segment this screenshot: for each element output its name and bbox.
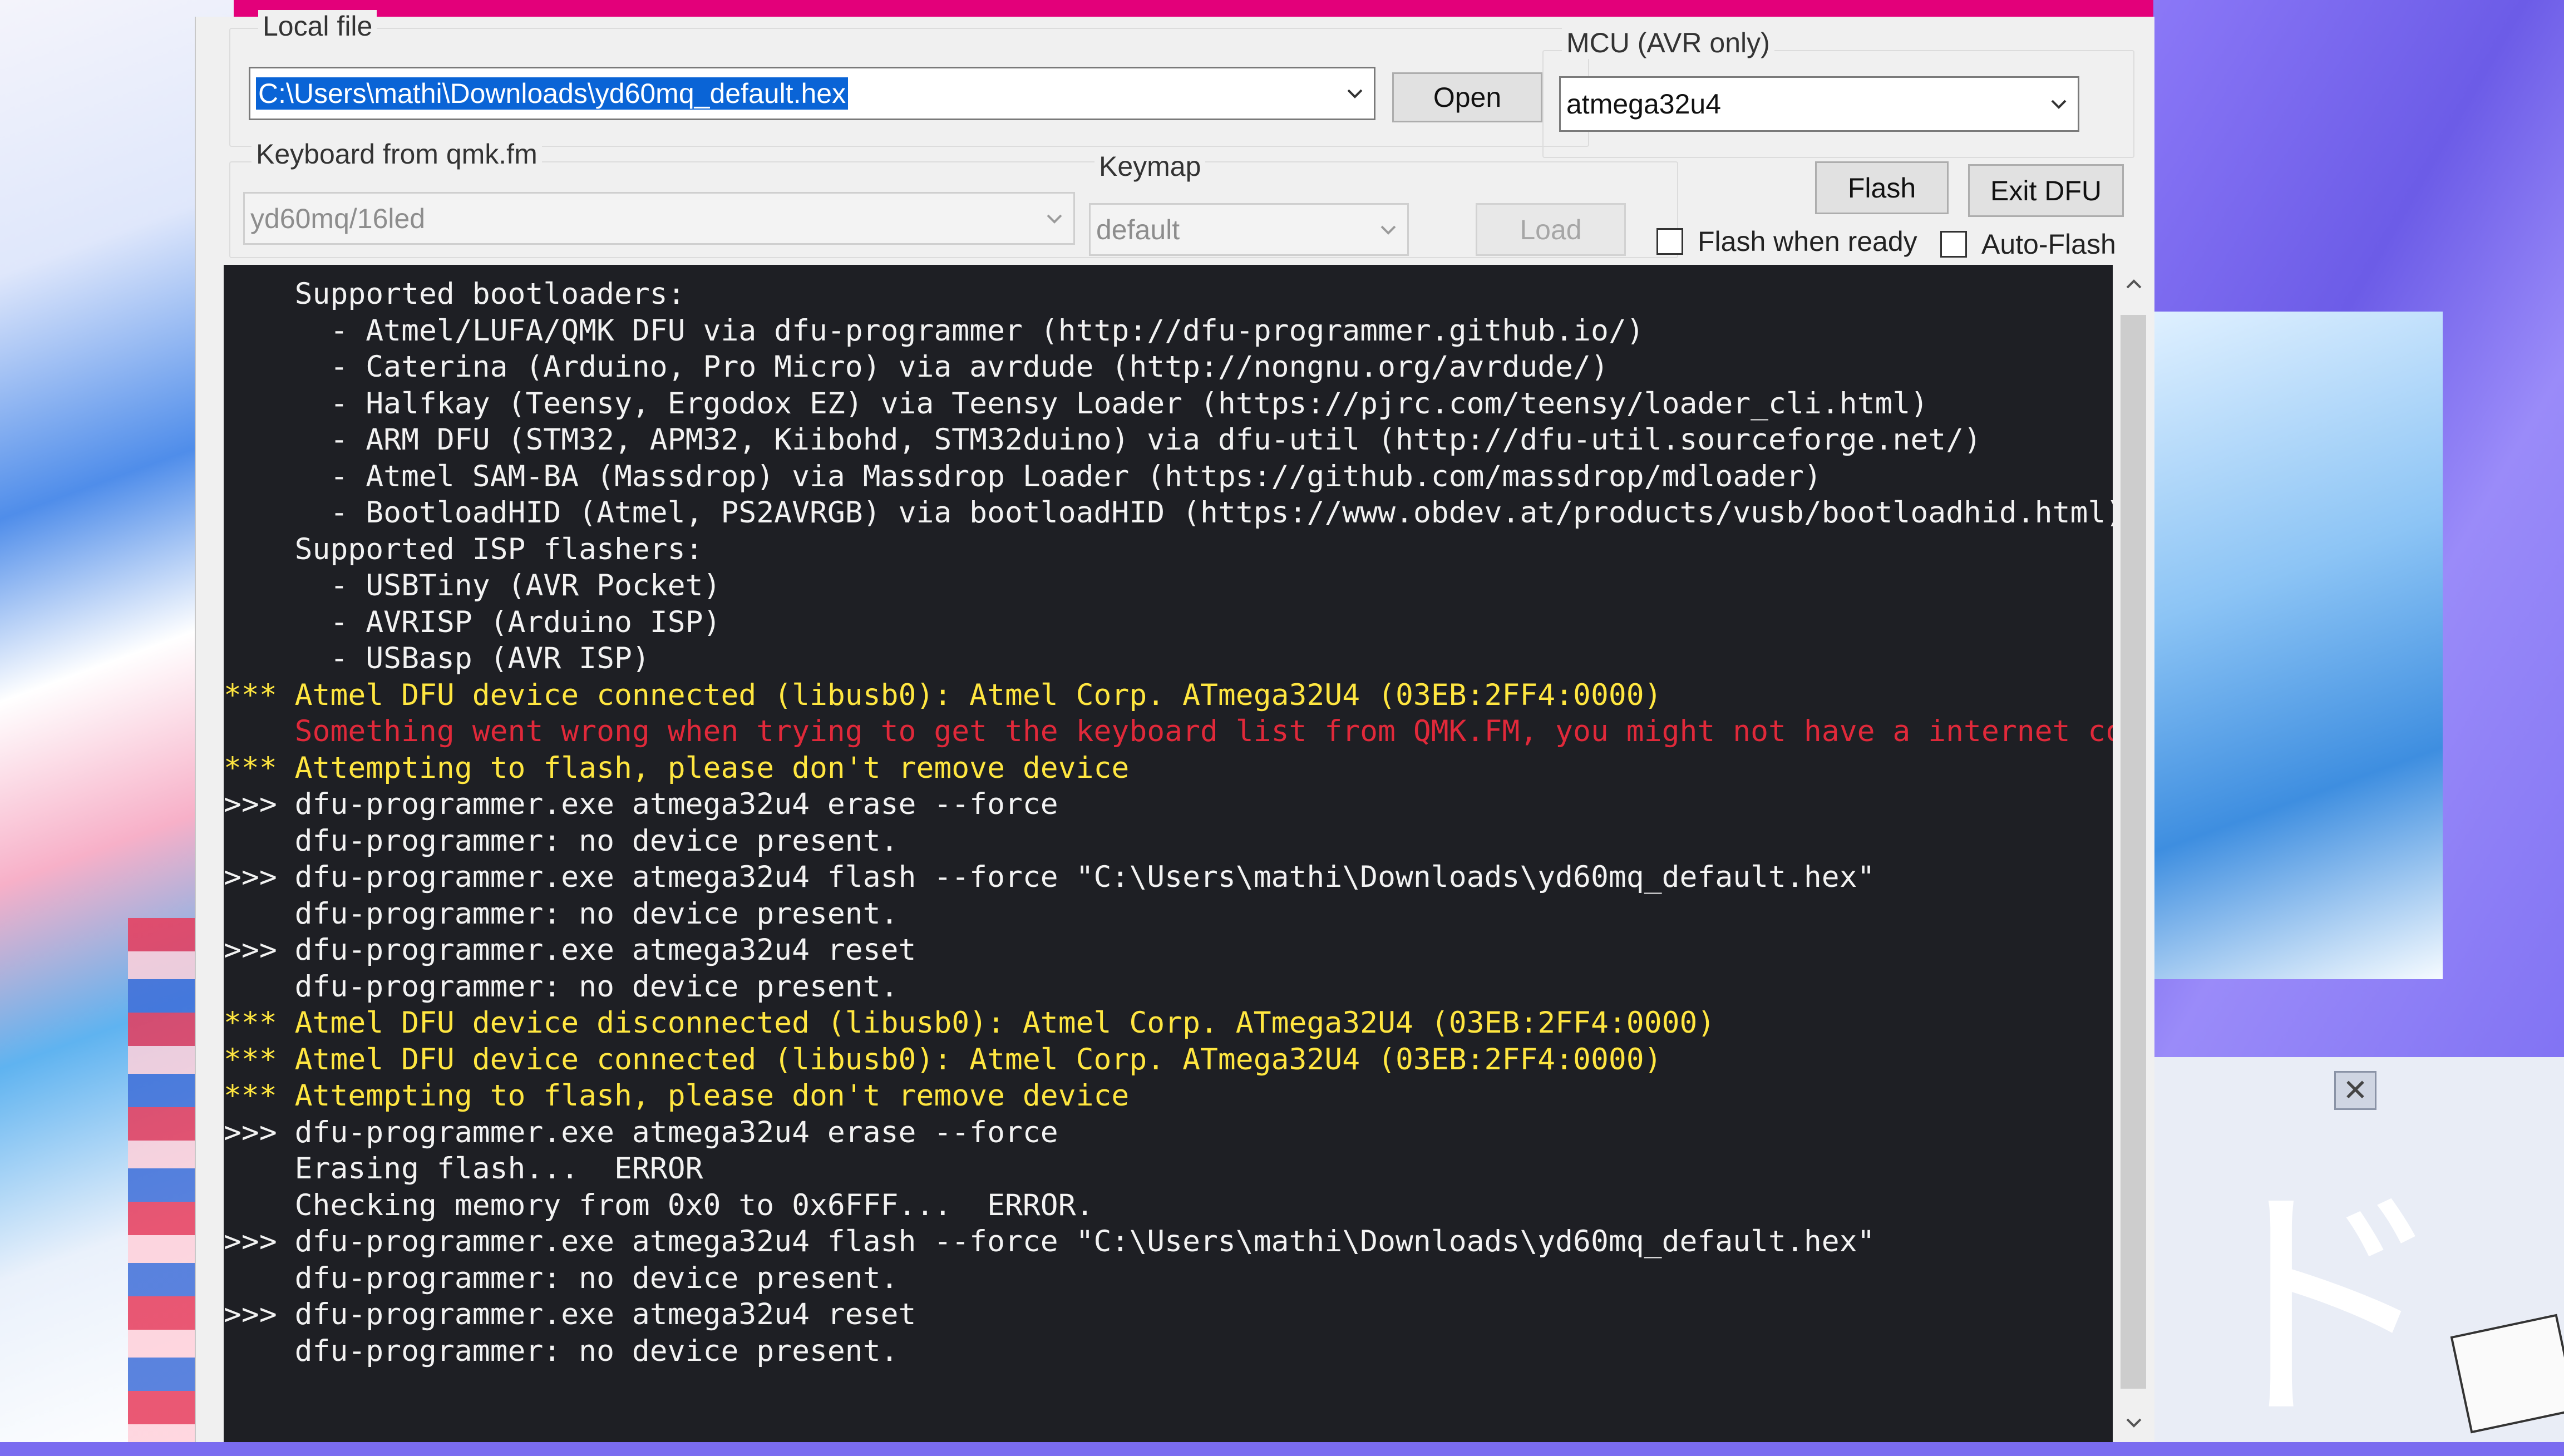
console-line-cmd: >>> dfu-programmer.exe atmega32u4 reset <box>224 933 916 967</box>
chevron-down-icon[interactable] <box>1043 204 1066 226</box>
console-line-warn: *** Attempting to flash, please don't re… <box>224 751 1130 785</box>
qmk-toolbox-window: Local file C:\Users\mathi\Downloads\yd60… <box>195 10 2154 1442</box>
console-line-warn: *** Atmel DFU device connected (libusb0)… <box>224 678 1662 712</box>
local-file-label: Local file <box>258 10 377 42</box>
console-line-info: Checking memory from 0x0 to 0x6FFF... ER… <box>224 1188 1094 1222</box>
console-line-cmd: >>> dfu-programmer.exe atmega32u4 erase … <box>224 1115 1058 1149</box>
flash-when-ready-label: Flash when ready <box>1698 226 1917 257</box>
console-line-info: - Atmel/LUFA/QMK DFU via dfu-programmer … <box>224 313 1644 348</box>
console-line-cmd: >>> dfu-programmer.exe atmega32u4 flash … <box>224 1225 1875 1258</box>
console-line-info: dfu-programmer: no device present. <box>224 823 899 858</box>
console-line-cmd: >>> dfu-programmer.exe atmega32u4 reset <box>224 1297 916 1331</box>
auto-flash-label: Auto-Flash <box>1981 229 2116 260</box>
background-kana-glyph: ド <box>2192 1158 2448 1456</box>
console-line-info: dfu-programmer: no device present. <box>224 896 899 931</box>
console-line-info: dfu-programmer: no device present. <box>224 1261 899 1295</box>
flash-button[interactable]: Flash <box>1815 161 1949 214</box>
background-close-icon: ✕ <box>2334 1071 2376 1110</box>
console-line-info: - Halfkay (Teensy, Ergodox EZ) via Teens… <box>224 386 1929 421</box>
console-line-info: Supported ISP flashers: <box>224 532 703 566</box>
keyboard-combobox[interactable]: yd60mq/16led <box>243 192 1075 245</box>
keymap-value: default <box>1096 214 1180 245</box>
console-line-cmd: >>> dfu-programmer.exe atmega32u4 erase … <box>224 787 1058 821</box>
console-line-info: - ARM DFU (STM32, APM32, Kiibohd, STM32d… <box>224 423 1981 457</box>
checkbox-box[interactable] <box>1940 231 1967 258</box>
console-line-info: - USBasp (AVR ISP) <box>224 641 650 675</box>
local-file-combobox[interactable]: C:\Users\mathi\Downloads\yd60mq_default.… <box>249 67 1375 120</box>
auto-flash-checkbox[interactable]: Auto-Flash <box>1940 228 2116 260</box>
keymap-label: Keymap <box>1094 150 1206 182</box>
console-line-info: - Atmel SAM-BA (Massdrop) via Massdrop L… <box>224 459 1822 493</box>
console-line-info: - AVRISP (Arduino ISP) <box>224 605 721 639</box>
console-line-cmd: >>> dfu-programmer.exe atmega32u4 flash … <box>224 860 1875 894</box>
console-lines: Supported bootloaders: - Atmel/LUFA/QMK … <box>224 276 2113 1369</box>
background-window-photo <box>2153 312 2443 979</box>
keyboard-label: Keyboard from qmk.fm <box>252 138 542 170</box>
open-button[interactable]: Open <box>1392 72 1542 122</box>
load-button[interactable]: Load <box>1476 203 1626 256</box>
console-line-warn: *** Atmel DFU device connected (libusb0)… <box>224 1042 1662 1077</box>
keymap-combobox[interactable]: default <box>1089 203 1409 256</box>
console-line-warn: *** Attempting to flash, please don't re… <box>224 1079 1130 1113</box>
console-output[interactable]: Supported bootloaders: - Atmel/LUFA/QMK … <box>224 265 2113 1442</box>
local-file-value: C:\Users\mathi\Downloads\yd60mq_default.… <box>256 77 849 110</box>
console-line-info: Supported bootloaders: <box>224 277 686 311</box>
console-line-info: - USBTiny (AVR Pocket) <box>224 569 721 603</box>
keyboard-value: yd60mq/16led <box>250 203 426 234</box>
scroll-down-icon[interactable] <box>2113 1403 2154 1442</box>
mcu-value: atmega32u4 <box>1566 88 1722 120</box>
console-line-info: dfu-programmer: no device present. <box>224 1334 899 1368</box>
console-line-error: Something went wrong when trying to get … <box>224 714 2113 748</box>
scrollbar-thumb[interactable] <box>2121 315 2146 1389</box>
console-line-warn: *** Atmel DFU device disconnected (libus… <box>224 1006 1715 1040</box>
mcu-label: MCU (AVR only) <box>1562 27 1774 59</box>
mcu-combobox[interactable]: atmega32u4 <box>1559 76 2079 132</box>
console-line-info: dfu-programmer: no device present. <box>224 969 899 1004</box>
console-line-info: Erasing flash... ERROR <box>224 1152 703 1186</box>
chevron-down-icon[interactable] <box>2048 90 2070 112</box>
scroll-up-icon[interactable] <box>2113 265 2154 304</box>
checkbox-box[interactable] <box>1656 228 1683 255</box>
chevron-down-icon[interactable] <box>1377 215 1399 238</box>
exit-dfu-button[interactable]: Exit DFU <box>1968 164 2124 217</box>
chevron-down-icon[interactable] <box>1344 79 1366 101</box>
console-line-info: - Caterina (Arduino, Pro Micro) via avrd… <box>224 350 1609 384</box>
flash-when-ready-checkbox[interactable]: Flash when ready <box>1656 225 1917 258</box>
console-scrollbar[interactable] <box>2113 265 2154 1442</box>
wallpaper-stripe <box>128 918 206 1442</box>
console-line-info: - BootloadHID (Atmel, PS2AVRGB) via boot… <box>224 496 2113 530</box>
